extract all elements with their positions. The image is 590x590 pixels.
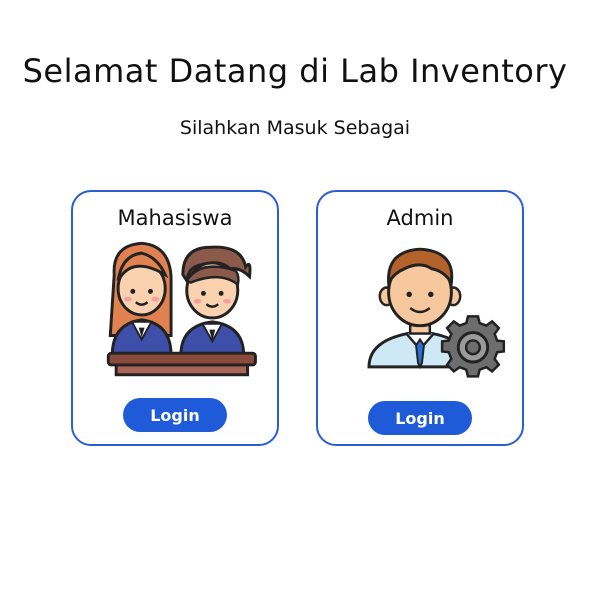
admin-gear-icon: [367, 247, 506, 378]
mahasiswa-login-button[interactable]: Login: [123, 398, 227, 432]
students-icon: [106, 241, 257, 377]
admin-login-button[interactable]: Login: [368, 401, 472, 435]
role-label-admin: Admin: [386, 206, 454, 230]
page-subtitle: Silahkan Masuk Sebagai: [179, 117, 411, 139]
role-card-admin: Admin Login: [316, 190, 524, 446]
role-label-mahasiswa: Mahasiswa: [117, 206, 233, 230]
page-title: Selamat Datang di Lab Inventory: [22, 52, 568, 90]
role-card-mahasiswa: Mahasiswa Login: [71, 190, 279, 446]
